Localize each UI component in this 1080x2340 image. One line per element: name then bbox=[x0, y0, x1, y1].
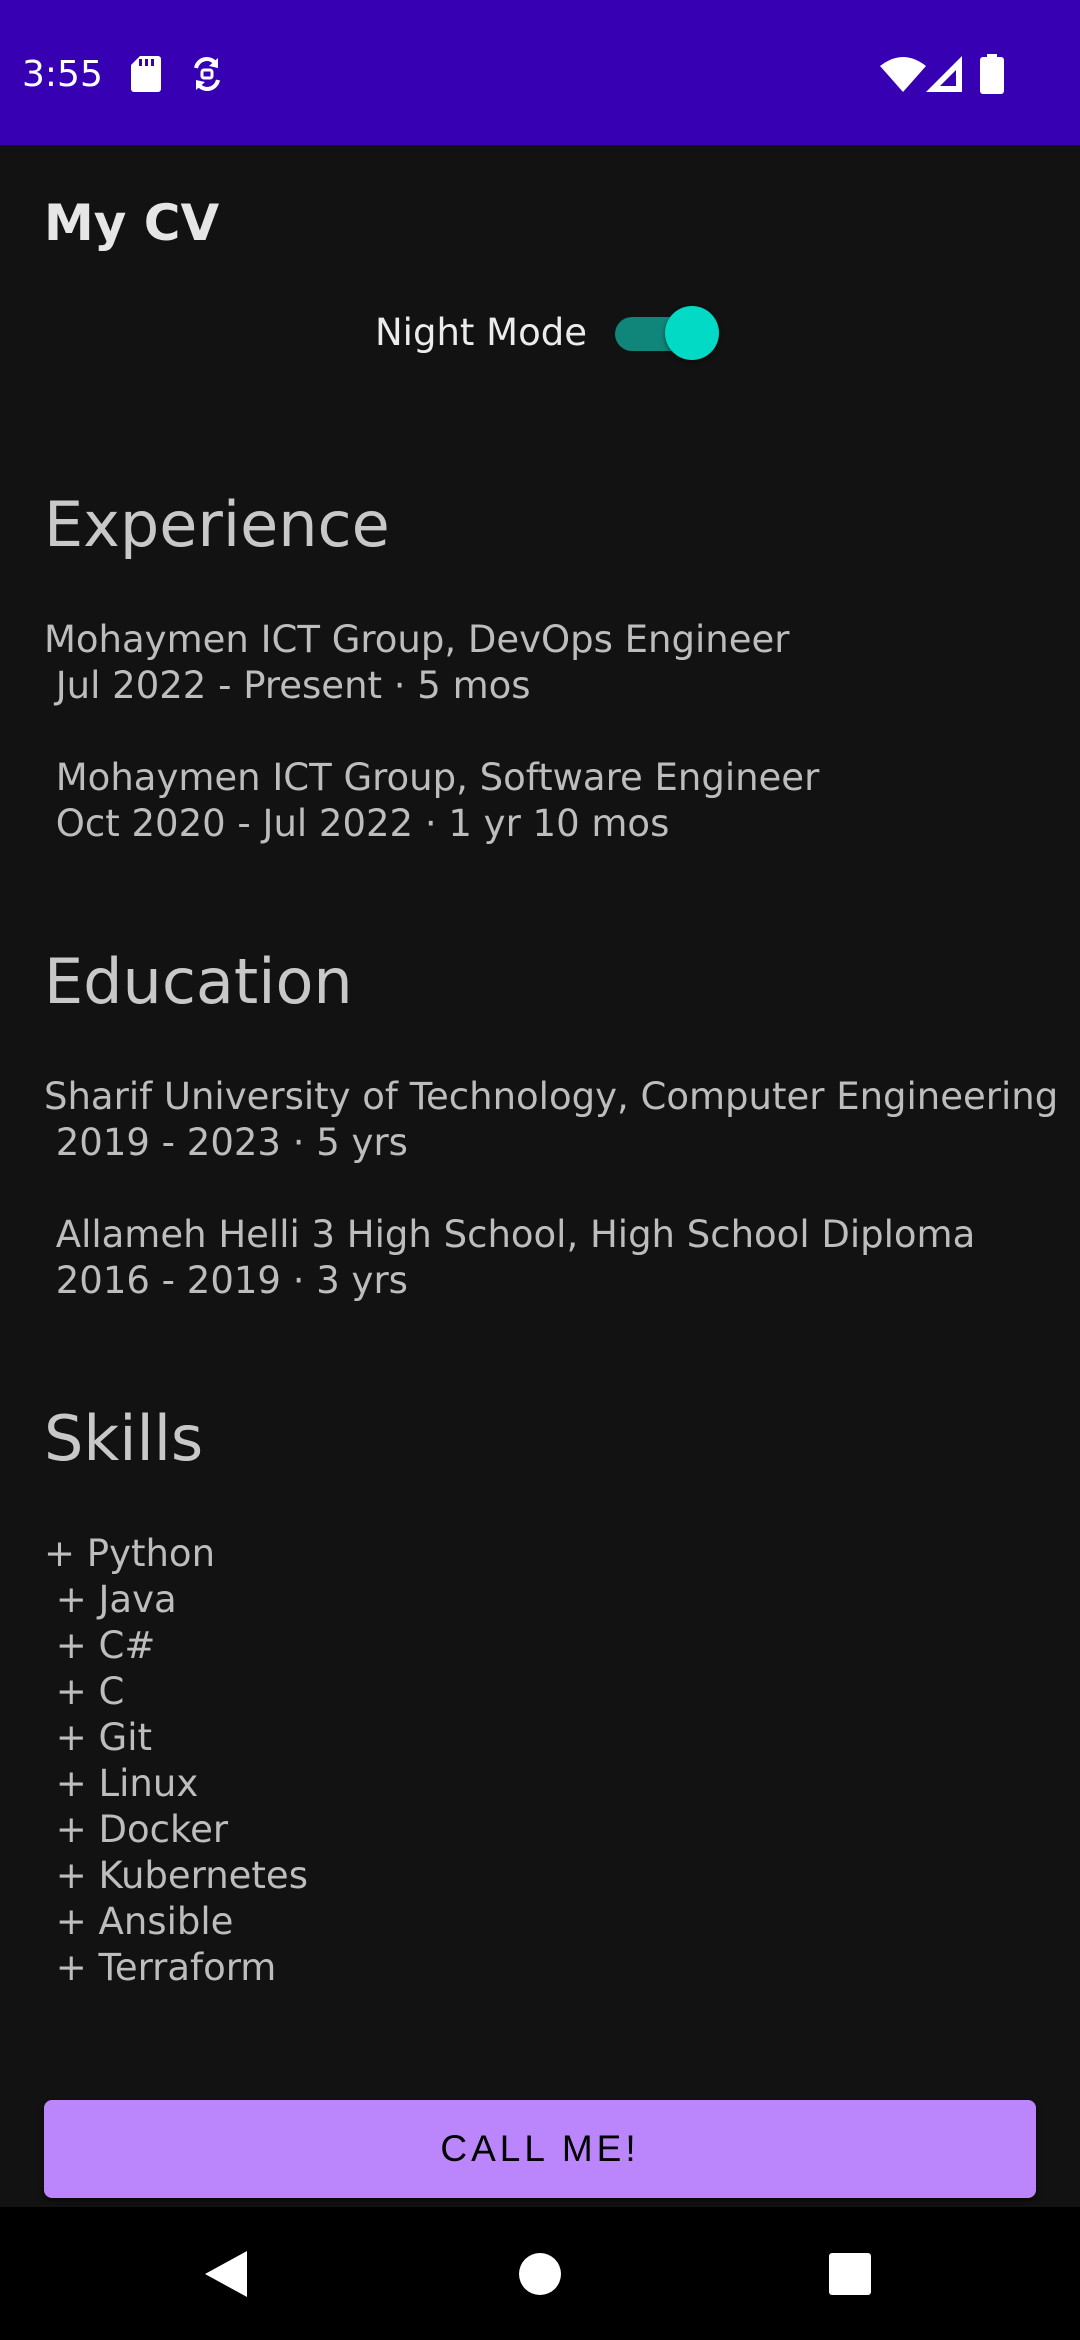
battery-icon bbox=[980, 54, 1004, 94]
wifi-icon bbox=[880, 57, 926, 92]
home-icon[interactable] bbox=[518, 2252, 562, 2296]
call-me-label: CALL ME! bbox=[440, 2128, 640, 2169]
recents-icon[interactable] bbox=[829, 2253, 871, 2295]
status-time: 3:55 bbox=[22, 54, 103, 95]
sd-card-icon bbox=[131, 56, 161, 92]
night-mode-label: Night Mode bbox=[375, 311, 587, 354]
experience-body: Mohaymen ICT Group, DevOps Engineer Jul … bbox=[44, 618, 820, 845]
back-icon[interactable] bbox=[203, 2249, 249, 2299]
night-mode-row: Night Mode bbox=[375, 300, 719, 370]
signal-icon bbox=[926, 56, 962, 92]
night-mode-switch[interactable] bbox=[607, 300, 719, 368]
switch-thumb bbox=[665, 306, 719, 360]
education-body: Sharif University of Technology, Compute… bbox=[44, 1075, 1059, 1302]
experience-heading: Experience bbox=[44, 488, 390, 561]
sync-icon bbox=[194, 57, 220, 91]
status-bar: 3:55 bbox=[0, 0, 1080, 145]
main-content: My CV Night Mode Experience Mohaymen ICT… bbox=[0, 145, 1080, 2207]
education-heading: Education bbox=[44, 945, 353, 1018]
navigation-bar bbox=[0, 2207, 1080, 2340]
call-me-button[interactable]: CALL ME! bbox=[44, 2100, 1036, 2198]
skills-heading: Skills bbox=[44, 1402, 204, 1475]
app-title: My CV bbox=[44, 194, 220, 252]
skills-body: + Python + Java + C# + C + Git + Linux +… bbox=[44, 1532, 308, 1989]
